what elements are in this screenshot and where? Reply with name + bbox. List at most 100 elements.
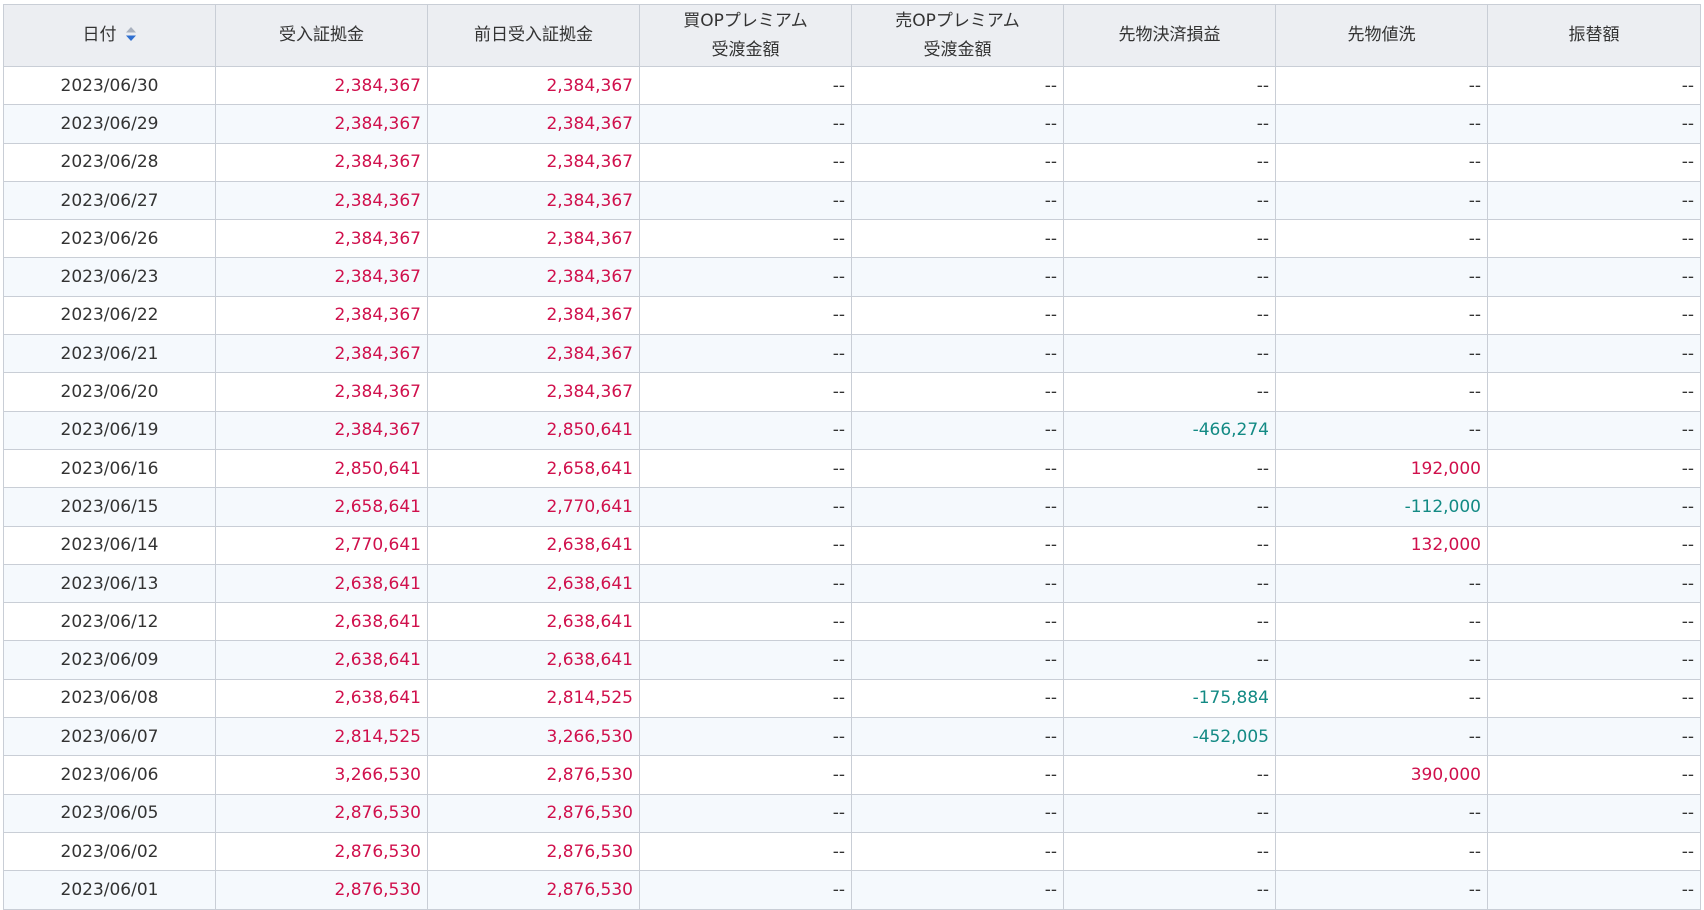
cell-deposit: 2,658,641 — [215, 487, 428, 527]
cell-transfer: -- — [1487, 717, 1701, 757]
cell-buy-op-premium: -- — [639, 755, 852, 795]
cell-transfer: -- — [1487, 295, 1701, 336]
cell-prev-deposit: 3,266,530 — [427, 717, 640, 757]
table-row: 2023/06/28 2,384,367 2,384,367 -- -- -- -- -- — [3, 142, 1701, 182]
table-row: 2023/06/27 2,384,367 2,384,367 -- -- -- -- -- — [3, 180, 1701, 221]
header-date[interactable]: 日付 — [3, 4, 216, 67]
cell-prev-deposit: 2,384,367 — [427, 142, 640, 182]
cell-prev-deposit: 2,638,641 — [427, 602, 640, 642]
cell-prev-deposit: 2,638,641 — [427, 563, 640, 604]
cell-sell-op-premium: -- — [851, 104, 1064, 144]
cell-transfer: -- — [1487, 142, 1701, 182]
cell-futures-settlement: -- — [1063, 793, 1276, 833]
cell-date: 2023/06/05 — [3, 793, 216, 833]
header-buy-op-premium-line1: 買OPプレミアム — [683, 10, 808, 31]
cell-futures-mark-to-market: -- — [1275, 257, 1488, 297]
cell-futures-mark-to-market: -- — [1275, 372, 1488, 412]
table-row: 2023/06/26 2,384,367 2,384,367 -- -- -- -- -- — [3, 219, 1701, 259]
cell-deposit: 2,770,641 — [215, 525, 428, 565]
cell-buy-op-premium: -- — [639, 793, 852, 833]
cell-date: 2023/06/28 — [3, 142, 216, 182]
cell-futures-settlement: -- — [1063, 180, 1276, 221]
cell-transfer: -- — [1487, 525, 1701, 565]
table-row: 2023/06/02 2,876,530 2,876,530 -- -- -- -- -- — [3, 831, 1701, 872]
cell-prev-deposit: 2,384,367 — [427, 219, 640, 259]
cell-buy-op-premium: -- — [639, 372, 852, 412]
cell-sell-op-premium: -- — [851, 870, 1064, 910]
cell-futures-mark-to-market: -- — [1275, 640, 1488, 680]
cell-sell-op-premium: -- — [851, 525, 1064, 565]
cell-sell-op-premium: -- — [851, 487, 1064, 527]
cell-futures-settlement: -- — [1063, 563, 1276, 604]
cell-deposit: 2,384,367 — [215, 142, 428, 182]
cell-prev-deposit: 2,876,530 — [427, 831, 640, 872]
margin-history-table-container: 日付 受入証拠金 前日受入証拠金 買OPプレミアム 受渡金額 売OPプレミアム … — [3, 4, 1701, 910]
cell-futures-settlement: -452,005 — [1063, 717, 1276, 757]
sort-icon[interactable] — [125, 26, 137, 42]
cell-transfer: -- — [1487, 410, 1701, 450]
header-prev-deposit-label: 前日受入証拠金 — [474, 25, 593, 45]
cell-transfer: -- — [1487, 793, 1701, 833]
cell-prev-deposit: 2,638,641 — [427, 640, 640, 680]
cell-deposit: 2,638,641 — [215, 678, 428, 719]
cell-transfer: -- — [1487, 755, 1701, 795]
cell-futures-mark-to-market: 132,000 — [1275, 525, 1488, 565]
cell-futures-settlement: -- — [1063, 334, 1276, 374]
cell-sell-op-premium: -- — [851, 755, 1064, 795]
cell-transfer: -- — [1487, 640, 1701, 680]
cell-deposit: 2,384,367 — [215, 180, 428, 221]
cell-prev-deposit: 2,850,641 — [427, 410, 640, 450]
table-row: 2023/06/14 2,770,641 2,638,641 -- -- -- 132,00… — [3, 525, 1701, 565]
header-sell-op-premium-line2: 受渡金額 — [923, 39, 992, 60]
cell-futures-mark-to-market: 390,000 — [1275, 755, 1488, 795]
cell-futures-mark-to-market: -- — [1275, 563, 1488, 604]
cell-transfer: -- — [1487, 372, 1701, 412]
cell-buy-op-premium: -- — [639, 104, 852, 144]
table-row: 2023/06/20 2,384,367 2,384,367 -- -- -- -- -- — [3, 372, 1701, 412]
cell-futures-mark-to-market: -- — [1275, 295, 1488, 336]
cell-prev-deposit: 2,638,641 — [427, 525, 640, 565]
cell-date: 2023/06/06 — [3, 755, 216, 795]
cell-date: 2023/06/02 — [3, 831, 216, 872]
table-row: 2023/06/15 2,658,641 2,770,641 -- -- -- -112,0… — [3, 487, 1701, 527]
cell-transfer: -- — [1487, 180, 1701, 221]
cell-date: 2023/06/09 — [3, 640, 216, 680]
cell-transfer: -- — [1487, 831, 1701, 872]
cell-date: 2023/06/15 — [3, 487, 216, 527]
cell-futures-settlement: -- — [1063, 448, 1276, 489]
cell-prev-deposit: 2,384,367 — [427, 180, 640, 221]
cell-sell-op-premium: -- — [851, 334, 1064, 374]
cell-deposit: 2,384,367 — [215, 410, 428, 450]
cell-date: 2023/06/26 — [3, 219, 216, 259]
cell-futures-mark-to-market: -- — [1275, 831, 1488, 872]
table-body: 2023/06/30 2,384,367 2,384,367 -- -- -- -- -- 20… — [3, 65, 1701, 910]
cell-futures-mark-to-market: -- — [1275, 410, 1488, 450]
cell-transfer: -- — [1487, 257, 1701, 297]
cell-deposit: 2,814,525 — [215, 717, 428, 757]
header-sell-op-premium: 売OPプレミアム 受渡金額 — [851, 4, 1064, 67]
header-futures-settlement-label: 先物決済損益 — [1118, 25, 1221, 45]
cell-futures-mark-to-market: -- — [1275, 219, 1488, 259]
cell-futures-mark-to-market: -- — [1275, 180, 1488, 221]
cell-futures-settlement: -- — [1063, 295, 1276, 336]
cell-futures-mark-to-market: -- — [1275, 104, 1488, 144]
cell-prev-deposit: 2,814,525 — [427, 678, 640, 719]
cell-date: 2023/06/08 — [3, 678, 216, 719]
cell-sell-op-premium: -- — [851, 180, 1064, 221]
cell-buy-op-premium: -- — [639, 678, 852, 719]
table-row: 2023/06/09 2,638,641 2,638,641 -- -- -- -- -- — [3, 640, 1701, 680]
cell-transfer: -- — [1487, 563, 1701, 604]
cell-futures-settlement: -- — [1063, 602, 1276, 642]
cell-transfer: -- — [1487, 602, 1701, 642]
table-row: 2023/06/12 2,638,641 2,638,641 -- -- -- -- -- — [3, 602, 1701, 642]
cell-futures-settlement: -- — [1063, 142, 1276, 182]
cell-buy-op-premium: -- — [639, 180, 852, 221]
cell-transfer: -- — [1487, 487, 1701, 527]
cell-sell-op-premium: -- — [851, 793, 1064, 833]
cell-futures-settlement: -- — [1063, 372, 1276, 412]
cell-futures-mark-to-market: -- — [1275, 717, 1488, 757]
cell-deposit: 2,384,367 — [215, 219, 428, 259]
cell-prev-deposit: 2,876,530 — [427, 870, 640, 910]
cell-buy-op-premium: -- — [639, 563, 852, 604]
cell-deposit: 2,638,641 — [215, 640, 428, 680]
